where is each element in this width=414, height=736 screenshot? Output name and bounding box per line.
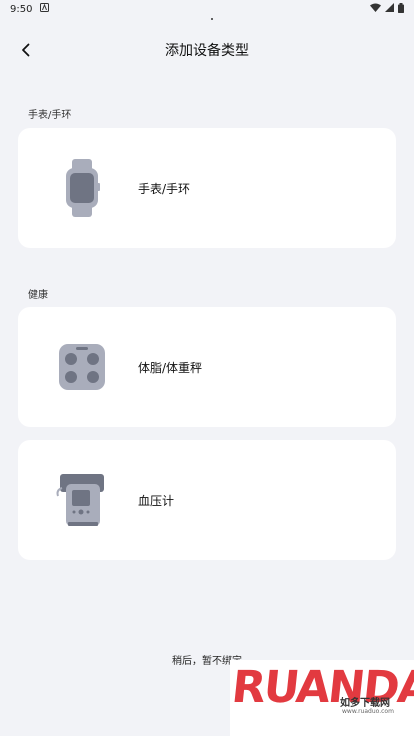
header: 添加设备类型 [0,36,414,64]
wifi-icon [370,3,381,15]
page-title: 添加设备类型 [165,43,249,59]
body-fat-scale-icon [54,335,110,399]
status-left: 9:50 [10,3,50,15]
watermark-subtitle: 如多下载网 [340,698,390,709]
signal-icon [385,3,394,15]
device-card-watch[interactable]: 手表/手环 [18,128,396,248]
device-card-blood-pressure[interactable]: 血压计 [18,440,396,560]
status-bar: 9:50 [0,0,414,18]
device-label-blood-pressure: 血压计 [138,493,175,508]
status-right [370,2,404,16]
device-card-scale[interactable]: 体脂/体重秤 [18,307,396,427]
notification-a-icon [40,3,50,15]
section-label-health: 健康 [28,290,48,301]
battery-icon [398,2,404,16]
blood-pressure-monitor-icon [54,468,110,532]
watermark: RUANDADO 如多下载网 www.ruaduo.com [229,660,414,736]
watermark-url: www.ruaduo.com [342,708,394,715]
device-label-watch: 手表/手环 [138,181,191,196]
smartwatch-icon [54,156,110,220]
camera-dot [211,18,213,20]
device-label-scale: 体脂/体重秤 [138,360,203,375]
status-time: 9:50 [10,3,33,15]
section-label-watch: 手表/手环 [28,110,72,121]
